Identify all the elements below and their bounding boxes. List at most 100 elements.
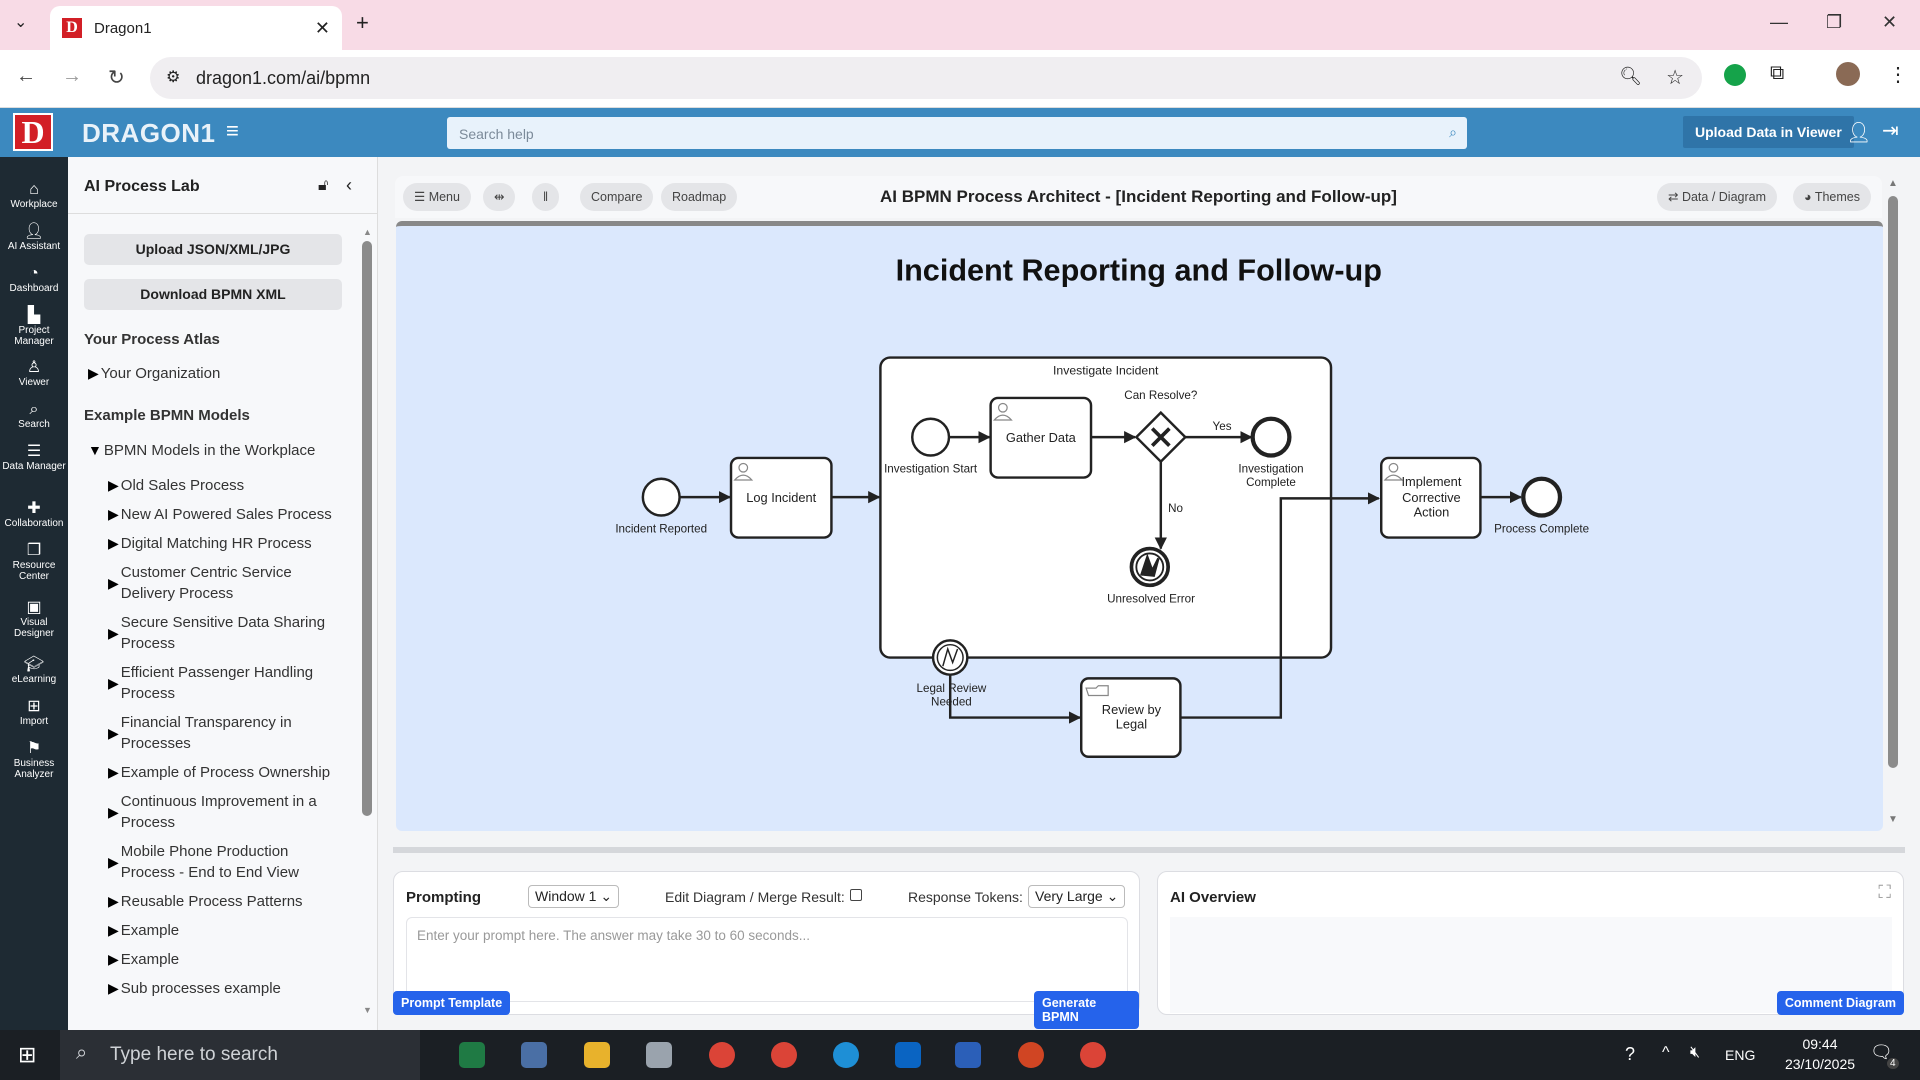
rail-label: Search	[18, 419, 50, 430]
rail-item-project-manager[interactable]: ▙ Project Manager	[0, 307, 68, 347]
language-indicator[interactable]: ENG	[1725, 1047, 1755, 1063]
chrome-active-icon[interactable]	[771, 1042, 797, 1068]
hamburger-menu-icon[interactable]: ≡	[226, 118, 239, 144]
menu-button[interactable]: ☰ Menu	[403, 183, 471, 211]
collapse-chevron-icon[interactable]: ‹	[346, 175, 352, 196]
tray-chevron-icon[interactable]: ^	[1662, 1044, 1670, 1062]
tree-item-model[interactable]: ▶ Continuous Improvement in a Process	[108, 791, 338, 833]
generate-bpmn-button[interactable]: Generate BPMN	[1034, 991, 1139, 1029]
download-bpmn-button[interactable]: Download BPMN XML	[84, 279, 342, 310]
outlook-icon[interactable]	[895, 1042, 921, 1068]
dragon1-logo[interactable]: D	[13, 113, 53, 151]
grammarly-extension-icon[interactable]	[1724, 64, 1746, 86]
tab-list-chevron-icon[interactable]: ⌄	[14, 12, 27, 32]
app-icon[interactable]	[646, 1042, 672, 1068]
rail-item-resource-center[interactable]: ❐ Resource Center	[0, 542, 68, 582]
app-icon[interactable]	[521, 1042, 547, 1068]
tree-item-model[interactable]: ▶ Reusable Process Patterns	[108, 891, 338, 912]
comment-diagram-button[interactable]: Comment Diagram	[1776, 991, 1904, 1015]
tokens-select[interactable]: Very Large ⌄	[1028, 885, 1126, 908]
tree-group-workplace[interactable]: ▼ BPMN Models in the Workplace	[88, 440, 315, 461]
themes-button[interactable]: ◕ Themes	[1793, 183, 1871, 211]
new-tab-button[interactable]: +	[356, 10, 369, 36]
tree-item-model[interactable]: ▶ Secure Sensitive Data Sharing Process	[108, 612, 338, 654]
rail-item-search[interactable]: ⌕ Search	[0, 401, 68, 430]
rail-item-dashboard[interactable]: ◔ Dashboard	[0, 265, 68, 294]
main-scrollbar[interactable]: ▲ ▼	[1886, 178, 1900, 830]
window-select[interactable]: Window 1 ⌄	[528, 885, 620, 908]
powerpoint-icon[interactable]	[1018, 1042, 1044, 1068]
bookmark-star-icon[interactable]: ☆	[1666, 65, 1684, 90]
reload-icon[interactable]: ↻	[108, 65, 125, 90]
rail-item-viewer[interactable]: ♙ Viewer	[0, 359, 68, 388]
tree-item-model[interactable]: ▶ Example of Process Ownership	[108, 762, 338, 783]
close-window-icon[interactable]: ✕	[1882, 12, 1897, 33]
rail-item-data-manager[interactable]: ☰ Data Manager	[0, 443, 68, 472]
chrome-icon[interactable]	[1080, 1042, 1106, 1068]
rail-item-import[interactable]: ⊞ Import	[0, 698, 68, 727]
rail-item-business-analyzer[interactable]: ⚑ Business Analyzer	[0, 740, 68, 780]
align-icon[interactable]: ⇹	[483, 183, 516, 211]
url-bar[interactable]: ⚙ dragon1.com/ai/bpmn 🔍︎ ☆	[150, 57, 1702, 99]
profile-avatar[interactable]	[1836, 62, 1860, 86]
scrollbar-thumb[interactable]	[362, 241, 372, 816]
user-icon[interactable]: 👤︎	[1846, 120, 1871, 145]
tree-item-model[interactable]: ▶ Old Sales Process	[108, 475, 338, 496]
edit-merge-checkbox[interactable]	[850, 889, 862, 901]
word-icon[interactable]	[955, 1042, 981, 1068]
clock-time[interactable]: 09:44	[1790, 1036, 1850, 1052]
close-tab-icon[interactable]: ✕	[315, 18, 330, 39]
compare-button[interactable]: Compare	[580, 183, 654, 211]
taskbar-search[interactable]: ⌕ Type here to search	[60, 1030, 420, 1080]
tree-item-model[interactable]: ▶ Financial Transparency in Processes	[108, 712, 338, 754]
clock-date[interactable]: 23/10/2025	[1778, 1056, 1862, 1072]
rail-label: Resource Center	[12, 560, 56, 582]
tree-item-your-organization[interactable]: ▶ Your Organization	[88, 363, 220, 384]
prompt-textarea[interactable]: Enter your prompt here. The answer may t…	[406, 917, 1128, 1002]
upload-json-button[interactable]: Upload JSON/XML/JPG	[84, 234, 342, 265]
back-icon[interactable]: ←	[16, 65, 36, 88]
rail-item-visual-designer[interactable]: ▣ Visual Designer	[0, 599, 68, 639]
tree-item-model[interactable]: ▶ Customer Centric Service Delivery Proce…	[108, 562, 338, 604]
tree-item-model[interactable]: ▶ Example	[108, 949, 338, 970]
site-settings-icon[interactable]: ⚙	[166, 67, 180, 87]
help-icon[interactable]: ?	[1625, 1044, 1635, 1065]
rail-item-workplace[interactable]: ⌂ Workplace	[0, 181, 68, 210]
tree-item-model[interactable]: ▶ Sub processes example	[108, 978, 338, 999]
extensions-icon[interactable]: ⧉	[1770, 62, 1784, 85]
expand-icon[interactable]: ⛶	[1878, 882, 1891, 903]
edge-icon[interactable]	[833, 1042, 859, 1068]
search-icon[interactable]: ⌕	[1449, 124, 1457, 141]
roadmap-button[interactable]: Roadmap	[661, 183, 738, 211]
panel-scrollbar[interactable]: ▲ ▼	[361, 227, 373, 1017]
lock-icon[interactable]: 🔓︎	[318, 177, 328, 195]
mute-icon[interactable]: 🔇︎	[1690, 1044, 1700, 1062]
minimize-icon[interactable]: —	[1770, 12, 1788, 33]
data-diagram-button[interactable]: ⇄ Data / Diagram	[1657, 183, 1778, 211]
upload-data-button[interactable]: Upload Data in Viewer	[1683, 116, 1854, 148]
chrome-icon[interactable]	[709, 1042, 735, 1068]
zoom-icon[interactable]: 🔍︎	[1619, 66, 1642, 87]
resize-splitter[interactable]	[393, 847, 1905, 853]
tree-item-model[interactable]: ▶ Efficient Passenger Handling Process	[108, 662, 338, 704]
restore-icon[interactable]: ❐	[1826, 12, 1842, 33]
search-help-input[interactable]: Search help ⌕	[447, 117, 1467, 149]
prompt-template-button[interactable]: Prompt Template	[393, 991, 511, 1015]
diagram-canvas[interactable]	[396, 221, 1883, 831]
tree-item-model[interactable]: ▶ Example	[108, 920, 338, 941]
forward-icon[interactable]: →	[62, 65, 82, 88]
excel-icon[interactable]	[459, 1042, 485, 1068]
chrome-menu-icon[interactable]: ⋮	[1888, 62, 1908, 87]
rail-item-collaboration[interactable]: ✚ Collaboration	[0, 500, 68, 529]
rail-item-elearning[interactable]: 🎓︎ eLearning	[0, 656, 68, 685]
logout-icon[interactable]: ⇥	[1882, 118, 1899, 143]
columns-icon[interactable]: ‖	[532, 183, 560, 211]
windows-start-icon[interactable]: ⊞	[18, 1042, 36, 1068]
rail-item-ai-assistant[interactable]: 👤︎ AI Assistant	[0, 223, 68, 252]
tree-item-model[interactable]: ▶ Digital Matching HR Process	[108, 533, 338, 554]
browser-tab[interactable]: D Dragon1 ✕	[50, 6, 342, 50]
file-explorer-icon[interactable]	[584, 1042, 610, 1068]
tree-item-model[interactable]: ▶ New AI Powered Sales Process	[108, 504, 338, 525]
tree-item-model[interactable]: ▶ Mobile Phone Production Process - End t…	[108, 841, 338, 883]
scrollbar-thumb[interactable]	[1888, 196, 1898, 768]
